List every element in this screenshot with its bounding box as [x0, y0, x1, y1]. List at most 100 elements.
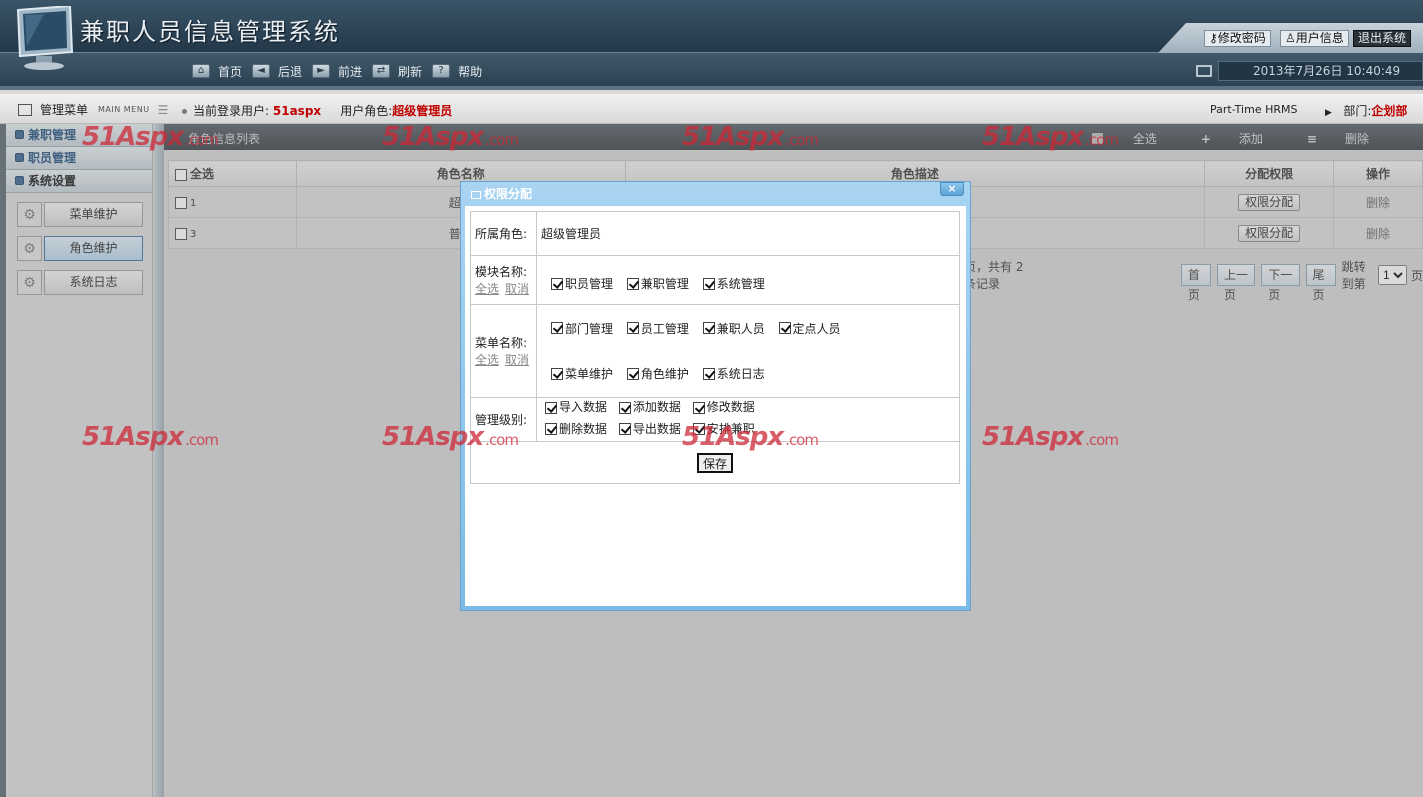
- header-divider: [0, 86, 1423, 90]
- refresh-icon: ⇄: [372, 64, 391, 78]
- module-option[interactable]: 系统管理: [702, 275, 765, 292]
- menu-title-label: 管理菜单: [40, 103, 89, 117]
- nav-back[interactable]: ◄ 后退: [252, 63, 302, 80]
- user-info-link[interactable]: ♙用户信息: [1280, 30, 1349, 47]
- save-button[interactable]: 保存: [696, 452, 733, 473]
- menu-checkbox[interactable]: [626, 367, 639, 380]
- nav-home[interactable]: ⌂ 首页: [192, 63, 242, 80]
- nav-forward[interactable]: ► 前进: [312, 63, 362, 80]
- monitor-icon: [1196, 65, 1212, 77]
- monitor-logo-icon: [16, 6, 74, 70]
- level-option[interactable]: 导出数据: [618, 420, 681, 439]
- logout-label: 退出系统: [1358, 31, 1407, 45]
- menu-option[interactable]: 兼职人员: [702, 320, 765, 337]
- bullet-icon: [182, 109, 187, 114]
- module-checkbox[interactable]: [551, 277, 563, 290]
- level-option[interactable]: 导入数据: [545, 398, 607, 417]
- menu-checkbox[interactable]: [551, 367, 563, 380]
- level-checkbox[interactable]: [545, 423, 557, 435]
- top-links: ⚷修改密码 ♙用户信息 退出系统: [1158, 23, 1423, 53]
- menu-option-label: 角色维护: [640, 367, 689, 381]
- menu-option[interactable]: 员工管理: [626, 320, 689, 337]
- level-checkbox[interactable]: [692, 401, 705, 414]
- level-option[interactable]: 删除数据: [545, 420, 607, 439]
- form-row-role: 所属角色: 超级管理员: [470, 211, 960, 256]
- logout-button[interactable]: 退出系统: [1353, 30, 1412, 47]
- triangle-icon: ▶: [1325, 108, 1332, 118]
- menu-option-label: 菜单维护: [565, 367, 614, 381]
- module-checkbox[interactable]: [626, 277, 639, 290]
- user-info-label: 用户信息: [1295, 31, 1344, 45]
- permission-dialog: 权限分配 × 所属角色: 超级管理员 模块名称: 全选 取消 职员管理 兼职管理 …: [460, 181, 971, 611]
- menu-checkbox[interactable]: [778, 322, 791, 334]
- menu-options-row: 部门管理 员工管理 兼职人员 定点人员: [551, 320, 959, 338]
- level-option-label: 修改数据: [706, 400, 755, 414]
- level-option[interactable]: 修改数据: [692, 398, 755, 417]
- menu-option[interactable]: 菜单维护: [551, 365, 613, 382]
- menu-grid-icon: [18, 103, 32, 116]
- nav-help-label: 帮助: [458, 64, 483, 79]
- level-checkbox[interactable]: [618, 401, 631, 414]
- department-info: ▶ 部门:企划部: [1325, 102, 1407, 119]
- menu-label-cell: 菜单名称: 全选 取消: [470, 304, 537, 398]
- back-arrow-icon: ◄: [252, 64, 271, 78]
- level-options-row: 删除数据 导出数据 安排兼职: [545, 420, 959, 442]
- menu-option[interactable]: 部门管理: [551, 320, 613, 337]
- menu-options-row: 菜单维护 角色维护 系统日志: [551, 365, 959, 383]
- menu-checkbox[interactable]: [702, 322, 715, 334]
- main-menu-title: 管理菜单 MAIN MENU ☰: [18, 101, 168, 118]
- form-row-save: 保存: [470, 441, 960, 484]
- close-icon[interactable]: ×: [940, 182, 964, 196]
- save-cell: 保存: [470, 441, 960, 484]
- user-icon: ♙: [1285, 31, 1296, 45]
- change-password-link[interactable]: ⚷修改密码: [1204, 30, 1271, 47]
- menu-option[interactable]: 定点人员: [778, 320, 841, 337]
- menu-option[interactable]: 系统日志: [702, 365, 765, 382]
- login-info: 当前登录用户: 51aspx 用户角色:超级管理员: [182, 102, 452, 119]
- status-bar: 管理菜单 MAIN MENU ☰ 当前登录用户: 51aspx 用户角色:超级管…: [0, 94, 1423, 124]
- module-option[interactable]: 兼职管理: [626, 275, 689, 292]
- home-icon: ⌂: [192, 64, 210, 78]
- level-option[interactable]: 安排兼职: [692, 420, 755, 439]
- role-value: 超级管理员: [536, 211, 960, 256]
- module-select-all-link[interactable]: 全选: [475, 282, 499, 296]
- level-checkbox[interactable]: [618, 423, 631, 435]
- menu-checkbox[interactable]: [551, 322, 563, 334]
- app-title: 兼职人员信息管理系统: [80, 18, 340, 46]
- nav-toolbar: ⌂ 首页 ◄ 后退 ► 前进 ⇄ 刷新 ? 帮助: [192, 62, 492, 80]
- menu-cancel-link[interactable]: 取消: [505, 353, 529, 367]
- menu-label: 菜单名称:: [475, 336, 528, 350]
- app-header: 兼职人员信息管理系统 ⚷修改密码 ♙用户信息 退出系统 ⌂ 首页 ◄ 后退 ► 前进 …: [0, 0, 1423, 90]
- module-option-label: 职员管理: [565, 277, 614, 292]
- level-option-label: 安排兼职: [706, 421, 755, 436]
- module-cancel-link[interactable]: 取消: [505, 282, 529, 296]
- nav-help[interactable]: ? 帮助: [432, 63, 482, 80]
- level-options-row: 导入数据 添加数据 修改数据: [545, 398, 959, 420]
- module-option[interactable]: 职员管理: [551, 275, 613, 292]
- menu-checkbox[interactable]: [626, 322, 639, 334]
- level-option-label: 删除数据: [559, 421, 608, 436]
- level-checkbox[interactable]: [545, 401, 557, 414]
- system-name: Part-Time HRMS: [1210, 103, 1298, 116]
- module-options: 职员管理 兼职管理 系统管理: [536, 255, 960, 305]
- forward-arrow-icon: ►: [312, 64, 331, 78]
- menu-option[interactable]: 角色维护: [626, 365, 689, 382]
- role-label: 所属角色:: [470, 211, 537, 256]
- nav-forward-label: 前进: [338, 64, 363, 79]
- menu-checkbox[interactable]: [702, 367, 715, 380]
- level-option[interactable]: 添加数据: [618, 398, 681, 417]
- form-row-menus: 菜单名称: 全选 取消 部门管理 员工管理 兼职人员 定点人员 菜单维护 角色维护…: [470, 304, 960, 398]
- level-label: 管理级别:: [470, 397, 537, 442]
- role-value: 超级管理员: [392, 104, 453, 118]
- level-checkbox[interactable]: [692, 423, 705, 435]
- nav-home-label: 首页: [218, 64, 243, 79]
- module-checkbox[interactable]: [702, 277, 715, 290]
- nav-refresh[interactable]: ⇄ 刷新: [372, 63, 422, 80]
- dialog-titlebar: 权限分配 ×: [465, 182, 966, 206]
- dialog-title: 权限分配: [484, 187, 533, 201]
- datetime-display: 2013年7月26日 10:40:49: [1218, 61, 1423, 81]
- menu-select-all-link[interactable]: 全选: [475, 353, 499, 367]
- dept-value: 企划部: [1371, 104, 1408, 118]
- menu-option-label: 定点人员: [792, 321, 841, 336]
- window-icon: [471, 191, 481, 199]
